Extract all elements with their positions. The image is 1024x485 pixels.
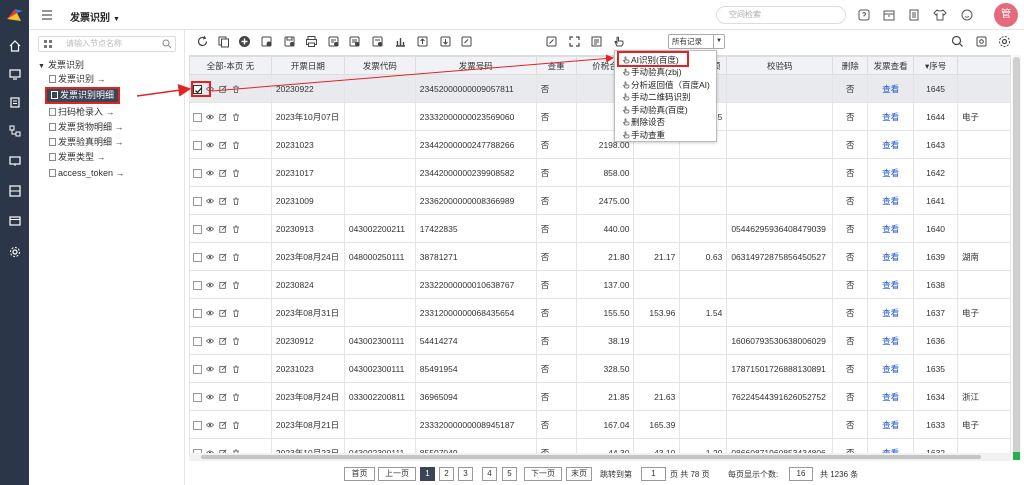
arrow-to-table-icon (136, 83, 192, 97)
annotation-arrows (136, 54, 614, 97)
app-window: 发票识别 ▼ 空间检索 管 请输入节点名称 ▼ 发票识别 发票识别 → 发票识别明细… (0, 0, 1024, 485)
arrow-to-menu-icon (211, 54, 614, 92)
